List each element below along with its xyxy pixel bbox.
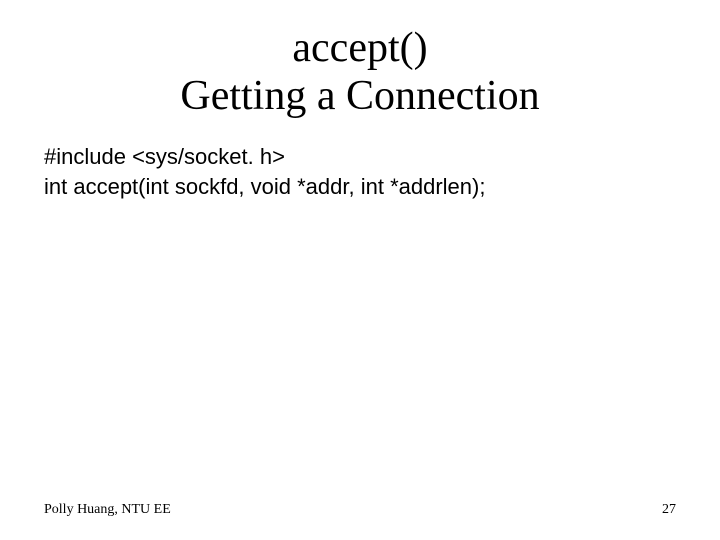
title-line-2: Getting a Connection [180,73,539,119]
code-line-2: int accept(int sockfd, void *addr, int *… [44,172,680,202]
slide-title: accept() Getting a Connection [0,24,720,121]
title-line-1: accept() [292,25,427,71]
slide-body: #include <sys/socket. h> int accept(int … [44,142,680,201]
slide: accept() Getting a Connection #include <… [0,0,720,540]
code-line-1: #include <sys/socket. h> [44,142,680,172]
footer-author: Polly Huang, NTU EE [44,502,171,518]
footer-page-number: 27 [662,502,676,518]
